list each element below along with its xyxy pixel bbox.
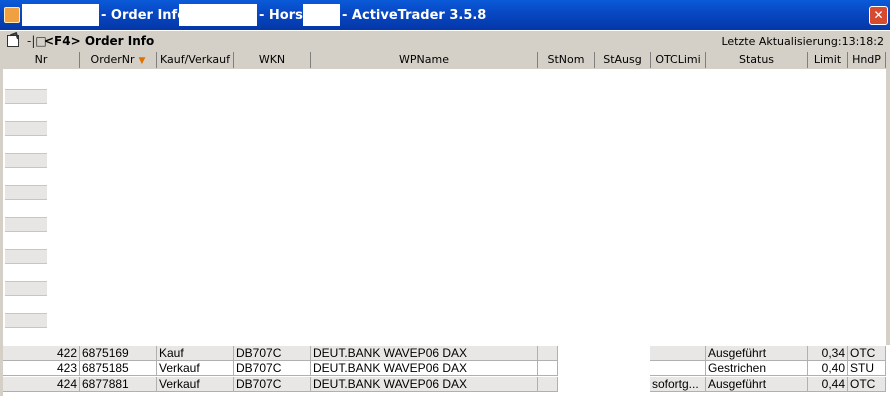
col-header-hndp[interactable]: HndP (848, 52, 886, 68)
detach-icon[interactable] (7, 35, 19, 47)
cell-hndp: OTC (848, 346, 886, 361)
last-update-text: Letzte Aktualisierung:13:18:2 (721, 35, 884, 48)
cell-gap (558, 377, 650, 392)
cell-otclimi (650, 346, 706, 361)
row-stripe (5, 153, 47, 168)
cell-side: Kauf (157, 346, 234, 361)
sort-descending-icon: ▼ (138, 56, 146, 66)
cell-hndp: OTC (848, 377, 886, 392)
col-header-wpname[interactable]: WPName (311, 52, 538, 68)
cell-limit: 0,34 (808, 346, 848, 361)
cell-stnom (538, 346, 558, 361)
panel-label: <F4> Order Info (44, 34, 155, 48)
row-stripe (5, 89, 47, 104)
row-stripe (5, 313, 47, 328)
cell-status: Ausgeführt (706, 377, 808, 392)
app-icon (4, 7, 20, 23)
row-stripe (5, 185, 47, 200)
cell-stnom (538, 361, 558, 376)
col-header-stnom[interactable]: StNom (538, 52, 595, 68)
row-stripe (5, 121, 47, 136)
window-title-app: - ActiveTrader 3.5.8 (342, 8, 487, 23)
cell-nr: 423 (3, 361, 80, 376)
table-body-blank (0, 69, 890, 345)
title-bar: - Order Info - Horst - ActiveTrader 3.5.… (0, 0, 890, 30)
cell-wkn: DB707C (234, 377, 311, 392)
col-header-limit[interactable]: Limit (808, 52, 848, 68)
cell-ordernr: 6877881 (80, 377, 157, 392)
cell-otclimi (650, 361, 706, 376)
cell-wkn: DB707C (234, 361, 311, 376)
cell-side: Verkauf (157, 361, 234, 376)
col-header-ordernr[interactable]: OrderNr ▼ (80, 52, 157, 68)
table-header: Nr OrderNr ▼ Kauf/Verkauf WKN WPName StNo… (0, 52, 890, 70)
col-header-ordernr-label: OrderNr (90, 53, 135, 66)
cell-wkn: DB707C (234, 346, 311, 361)
cell-status: Ausgeführt (706, 346, 808, 361)
col-header-otclimi[interactable]: OTCLimi (651, 52, 706, 68)
redacted-field-1 (22, 4, 99, 26)
cell-wpname: DEUT.BANK WAVEP06 DAX (311, 361, 538, 376)
window-title-horst: - Horst (259, 8, 310, 23)
row-stripe (5, 281, 47, 296)
close-button[interactable]: ✕ (869, 6, 888, 25)
row-stripe (5, 217, 47, 232)
cell-side: Verkauf (157, 377, 234, 392)
cell-ordernr: 6875185 (80, 361, 157, 376)
cell-hndp: STU (848, 361, 886, 376)
col-header-stausg[interactable]: StAusg (595, 52, 651, 68)
cell-wpname: DEUT.BANK WAVEP06 DAX (311, 377, 538, 392)
close-icon: ✕ (873, 8, 884, 22)
cell-status: Gestrichen (706, 361, 808, 376)
cell-ordernr: 6875169 (80, 346, 157, 361)
cell-wpname: DEUT.BANK WAVEP06 DAX (311, 346, 538, 361)
toolbar: -|□ <F4> Order Info Letzte Aktualisierun… (0, 30, 890, 52)
col-header-status[interactable]: Status (706, 52, 808, 68)
window-title-order-info: - Order Info (101, 8, 187, 23)
cell-nr: 424 (3, 377, 80, 392)
col-header-wkn[interactable]: WKN (234, 52, 311, 68)
row-stripe (5, 249, 47, 264)
redacted-field-3 (303, 4, 340, 26)
cell-limit: 0,44 (808, 377, 848, 392)
scrollbar-track[interactable] (886, 69, 890, 345)
cell-gap (558, 346, 650, 361)
table-row[interactable]: 424 6877881 Verkauf DB707C DEUT.BANK WAV… (3, 377, 886, 392)
table-row[interactable]: 422 6875169 Kauf DB707C DEUT.BANK WAVEP0… (3, 346, 886, 361)
cell-gap (558, 361, 650, 376)
redacted-field-2 (179, 4, 257, 26)
col-header-kaufverkauf[interactable]: Kauf/Verkauf (157, 52, 234, 68)
cell-otclimi: sofortg... (650, 377, 706, 392)
cell-limit: 0,40 (808, 361, 848, 376)
cell-stnom (538, 377, 558, 392)
cell-nr: 422 (3, 346, 80, 361)
col-header-nr[interactable]: Nr (3, 52, 80, 68)
table-row[interactable]: 423 6875185 Verkauf DB707C DEUT.BANK WAV… (3, 361, 886, 376)
